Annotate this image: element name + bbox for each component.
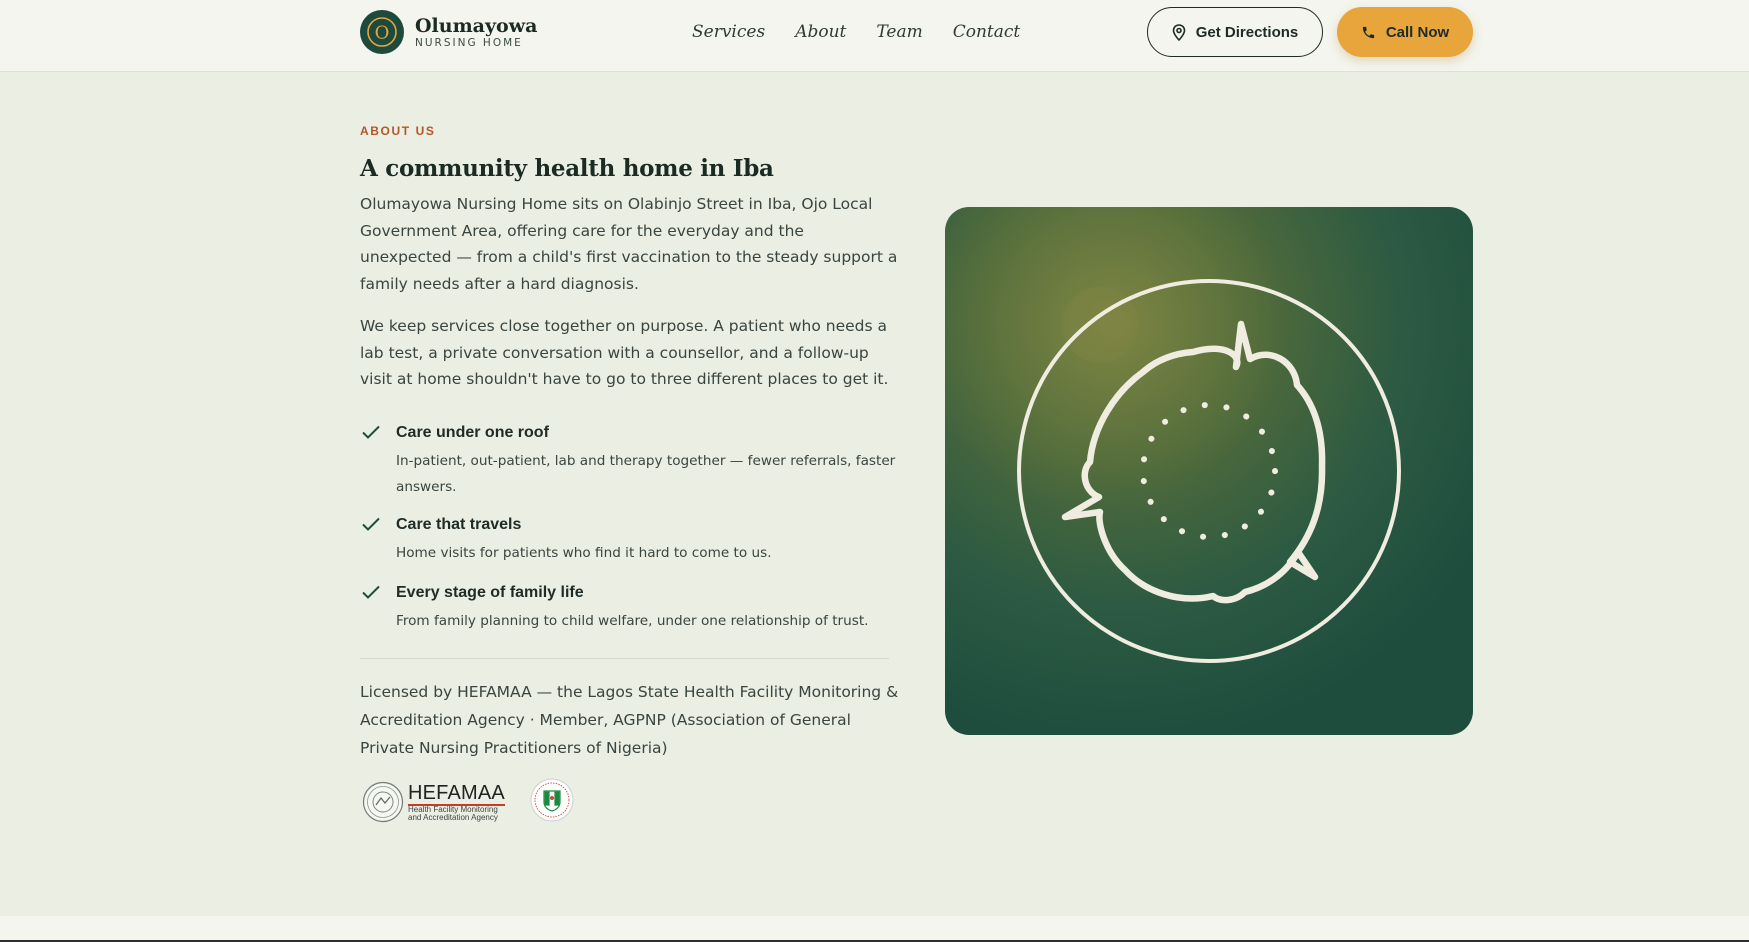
agpnp-seal-icon: [530, 778, 574, 822]
feature-title: Every stage of family life: [396, 584, 584, 601]
nav-services[interactable]: Services: [692, 20, 765, 44]
call-now-button[interactable]: Call Now: [1337, 7, 1473, 57]
nav-team[interactable]: Team: [876, 20, 922, 44]
nav-contact[interactable]: Contact: [953, 20, 1021, 44]
svg-text:O: O: [375, 23, 390, 44]
get-directions-label: Get Directions: [1195, 23, 1299, 41]
brand-logo: O: [360, 10, 404, 54]
next-section-top: [0, 916, 1749, 942]
hefamaa-subtitle: Health Facility Monitoring and Accredita…: [408, 804, 498, 822]
brand-name: Olumayowa: [415, 14, 538, 37]
about-paragraph-2: We keep services close together on purpo…: [360, 317, 889, 388]
community-care-illustration: [945, 207, 1473, 735]
feature-title: Care under one roof: [396, 424, 549, 441]
feature-description: From family planning to child welfare, u…: [396, 613, 869, 629]
check-icon: [361, 424, 381, 444]
feature-description: Home visits for patients who find it har…: [396, 545, 772, 561]
map-pin-icon: [1172, 23, 1186, 41]
about-paragraph-1: Olumayowa Nursing Home sits on Olabinjo …: [360, 195, 898, 293]
check-icon: [361, 516, 381, 536]
call-now-label: Call Now: [1385, 23, 1450, 41]
license-text: Licensed by HEFAMAA — the Lagos State He…: [360, 683, 899, 757]
section-eyebrow: ABOUT US: [360, 124, 436, 138]
main-nav: Services About Team Contact: [692, 20, 1050, 44]
hefamaa-seal-icon: [362, 781, 404, 823]
agpnp-logo: [530, 778, 574, 826]
brand[interactable]: O Olumayowa NURSING HOME: [360, 10, 537, 54]
section-divider: [360, 658, 889, 659]
accreditation-badges: HEFAMAA Health Facility Monitoring and A…: [362, 778, 574, 826]
feature-title: Care that travels: [396, 516, 522, 533]
brand-subtitle: NURSING HOME: [415, 36, 523, 49]
get-directions-button[interactable]: Get Directions: [1147, 7, 1323, 57]
feature-description: In-patient, out-patient, lab and therapy…: [396, 453, 896, 495]
section-heading: A community health home in Iba: [360, 155, 774, 182]
check-icon: [361, 584, 381, 604]
hefamaa-logo: HEFAMAA Health Facility Monitoring and A…: [362, 781, 505, 823]
hefamaa-title: HEFAMAA: [408, 781, 505, 806]
site-header: O Olumayowa NURSING HOME Services About …: [0, 0, 1749, 72]
nav-about[interactable]: About: [795, 20, 846, 44]
phone-icon: [1361, 25, 1376, 40]
